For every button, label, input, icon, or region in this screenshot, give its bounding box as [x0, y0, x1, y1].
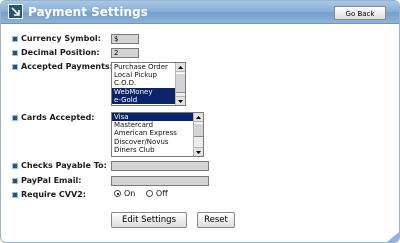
- cvv2-on-radio[interactable]: [114, 190, 121, 197]
- bullet-icon: [12, 64, 18, 70]
- require-cvv2-radio-group: On Off: [114, 189, 176, 199]
- cards-accepted-label: Cards Accepted:: [12, 113, 95, 123]
- edit-settings-button[interactable]: Edit Settings: [111, 212, 187, 228]
- bullet-icon: [12, 178, 18, 184]
- accepted-payments-listbox[interactable]: Purchase Order Local Pickup C.O.D. WebMo…: [111, 62, 186, 106]
- scroll-down-icon[interactable]: [176, 96, 185, 105]
- scroll-thumb[interactable]: [176, 73, 185, 93]
- decimal-position-input[interactable]: 2: [111, 48, 139, 58]
- cards-accepted-listbox[interactable]: Visa Mastercard American Express Discove…: [111, 112, 204, 157]
- paypal-email-label: PayPal Email:: [12, 176, 81, 186]
- bullet-icon: [12, 36, 18, 42]
- scroll-down-icon[interactable]: [194, 147, 203, 156]
- cvv2-off-label[interactable]: Off: [156, 189, 168, 198]
- go-back-button[interactable]: Go Back: [334, 6, 386, 20]
- currency-symbol-input[interactable]: $: [111, 34, 139, 44]
- decimal-position-label: Decimal Position:: [12, 48, 100, 58]
- list-item[interactable]: American Express: [112, 129, 203, 137]
- paypal-email-input[interactable]: [111, 176, 209, 186]
- list-item[interactable]: Mastercard: [112, 121, 203, 129]
- page-title: Payment Settings: [28, 5, 148, 19]
- resize-grip-icon: [387, 232, 399, 242]
- arrow-icon: [8, 4, 23, 19]
- bullet-icon: [12, 50, 18, 56]
- list-item[interactable]: Discover/Novus: [112, 138, 203, 146]
- bullet-icon: [12, 115, 18, 121]
- scroll-up-icon[interactable]: [176, 63, 185, 72]
- scrollbar[interactable]: [175, 63, 185, 105]
- scroll-up-icon[interactable]: [194, 113, 203, 122]
- header-bar: Payment Settings Go Back: [1, 1, 399, 24]
- currency-symbol-label: Currency Symbol:: [12, 34, 101, 44]
- reset-button[interactable]: Reset: [197, 212, 235, 228]
- scrollbar[interactable]: [193, 113, 203, 156]
- require-cvv2-label: Require CVV2:: [12, 190, 86, 200]
- accepted-payments-label: Accepted Payments:: [12, 62, 113, 72]
- list-item[interactable]: Visa: [112, 113, 203, 122]
- checks-payable-label: Checks Payable To:: [12, 161, 107, 171]
- bullet-icon: [12, 192, 18, 198]
- cvv2-on-label[interactable]: On: [124, 189, 135, 198]
- scroll-thumb[interactable]: [194, 123, 203, 137]
- payment-settings-panel: Payment Settings Go Back Currency Symbol…: [0, 0, 400, 243]
- cvv2-off-radio[interactable]: [145, 190, 153, 197]
- list-item[interactable]: Diners Club: [112, 146, 203, 154]
- checks-payable-input[interactable]: [111, 161, 209, 171]
- bullet-icon: [12, 163, 18, 169]
